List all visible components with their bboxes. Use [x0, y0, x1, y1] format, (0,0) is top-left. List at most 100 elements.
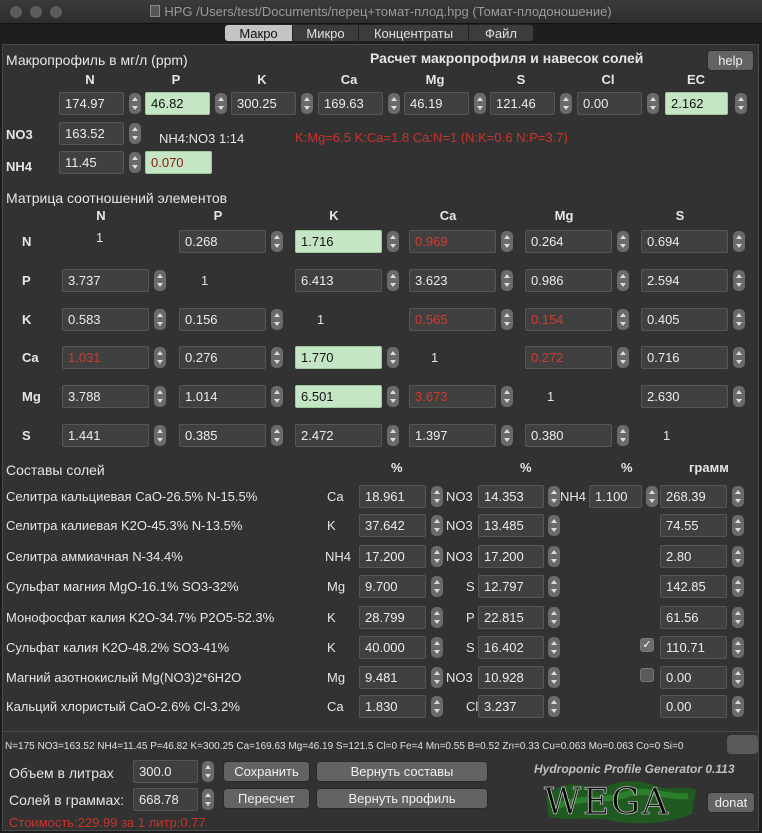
salt-grams-field[interactable]: 0.00	[660, 695, 727, 718]
matrix-cell-ca-p-stepper[interactable]	[271, 347, 283, 368]
matrix-cell-p-ca[interactable]: 3.623	[409, 269, 496, 292]
matrix-cell-k-n-stepper[interactable]	[154, 309, 166, 330]
salt-pct-2-stepper[interactable]	[548, 486, 560, 507]
salt-grams-stepper[interactable]	[732, 515, 744, 536]
matrix-cell-s-n[interactable]: 1.441	[62, 424, 149, 447]
salt-grams-stepper[interactable]	[732, 696, 744, 717]
restore-compositions-button[interactable]: Вернуть составы	[316, 761, 488, 782]
matrix-cell-ca-k-stepper[interactable]	[387, 347, 399, 368]
matrix-cell-k-mg[interactable]: 0.154	[525, 308, 612, 331]
matrix-cell-n-ca-stepper[interactable]	[501, 231, 513, 252]
salt-pct-3-field[interactable]: 1.100	[589, 485, 642, 508]
salt-grams-field[interactable]: 142.85	[660, 575, 727, 598]
matrix-cell-s-k[interactable]: 2.472	[295, 424, 382, 447]
ec-field[interactable]: 2.162	[665, 92, 728, 115]
salt-grams-stepper[interactable]	[732, 667, 744, 688]
no3-stepper[interactable]	[129, 123, 141, 144]
matrix-cell-mg-ca-stepper[interactable]	[501, 386, 513, 407]
matrix-cell-s-ca[interactable]: 1.397	[409, 424, 496, 447]
matrix-cell-k-mg-stepper[interactable]	[617, 309, 629, 330]
s-field[interactable]: 121.46	[490, 92, 555, 115]
salt-pct-1-field[interactable]: 9.481	[359, 666, 426, 689]
matrix-cell-s-k-stepper[interactable]	[387, 425, 399, 446]
salt-pct-2-stepper[interactable]	[548, 546, 560, 567]
salt-pct-1-field[interactable]: 28.799	[359, 606, 426, 629]
help-button[interactable]: help	[707, 50, 754, 71]
salt-pct-1-stepper[interactable]	[431, 576, 443, 597]
matrix-cell-s-ca-stepper[interactable]	[501, 425, 513, 446]
salt-pct-1-stepper[interactable]	[431, 546, 443, 567]
salt-pct-2-field[interactable]: 13.485	[478, 514, 544, 537]
k-field[interactable]: 300.25	[231, 92, 296, 115]
salt-grams-field[interactable]: 268.39	[660, 485, 727, 508]
matrix-cell-s-p[interactable]: 0.385	[179, 424, 266, 447]
salt-grams-stepper[interactable]	[732, 637, 744, 658]
salt-grams-stepper[interactable]	[732, 546, 744, 567]
matrix-cell-n-mg[interactable]: 0.264	[525, 230, 612, 253]
matrix-cell-p-k-stepper[interactable]	[387, 270, 399, 291]
matrix-cell-n-s-stepper[interactable]	[733, 231, 745, 252]
matrix-cell-p-mg[interactable]: 0.986	[525, 269, 612, 292]
matrix-cell-n-ca[interactable]: 0.969	[409, 230, 496, 253]
matrix-cell-k-s-stepper[interactable]	[733, 309, 745, 330]
salt-pct-1-stepper[interactable]	[431, 637, 443, 658]
volume-stepper[interactable]	[202, 761, 214, 782]
matrix-cell-ca-s[interactable]: 0.716	[641, 346, 728, 369]
recalc-button[interactable]: Пересчет	[223, 788, 310, 809]
matrix-cell-k-p[interactable]: 0.156	[179, 308, 266, 331]
matrix-cell-k-s[interactable]: 0.405	[641, 308, 728, 331]
salt-pct-2-stepper[interactable]	[548, 667, 560, 688]
tab-file[interactable]: Файл	[469, 25, 533, 41]
salt-pct-2-stepper[interactable]	[548, 637, 560, 658]
salt-pct-3-stepper[interactable]	[646, 486, 658, 507]
tab-concentrates[interactable]: Концентраты	[359, 25, 469, 41]
ca-field[interactable]: 169.63	[318, 92, 383, 115]
matrix-cell-s-p-stepper[interactable]	[271, 425, 283, 446]
ca-stepper[interactable]	[388, 93, 400, 114]
matrix-cell-p-ca-stepper[interactable]	[501, 270, 513, 291]
salts-grams-stepper[interactable]	[202, 789, 214, 810]
tab-micro[interactable]: Микро	[293, 25, 359, 41]
matrix-cell-mg-n-stepper[interactable]	[154, 386, 166, 407]
salt-enable-checkbox[interactable]: ✓	[640, 638, 654, 652]
matrix-cell-ca-n-stepper[interactable]	[154, 347, 166, 368]
matrix-cell-k-p-stepper[interactable]	[271, 309, 283, 330]
volume-field[interactable]: 300.0	[133, 760, 198, 783]
salt-pct-2-stepper[interactable]	[548, 515, 560, 536]
mg-stepper[interactable]	[474, 93, 486, 114]
matrix-cell-mg-ca[interactable]: 3.673	[409, 385, 496, 408]
matrix-cell-ca-mg-stepper[interactable]	[617, 347, 629, 368]
nh4-stepper[interactable]	[129, 152, 141, 173]
tab-macro[interactable]: Макро	[225, 25, 293, 41]
salt-grams-stepper[interactable]	[732, 576, 744, 597]
matrix-cell-k-ca[interactable]: 0.565	[409, 308, 496, 331]
matrix-cell-s-mg-stepper[interactable]	[617, 425, 629, 446]
p-field[interactable]: 46.82	[145, 92, 210, 115]
salt-grams-field[interactable]: 110.71	[660, 636, 727, 659]
matrix-cell-p-mg-stepper[interactable]	[617, 270, 629, 291]
ec-stepper[interactable]	[735, 93, 747, 114]
no3-field[interactable]: 163.52	[59, 122, 124, 145]
salt-pct-1-field[interactable]: 1.830	[359, 695, 426, 718]
nh4-ratio-field[interactable]: 0.070	[145, 151, 212, 174]
salt-pct-2-field[interactable]: 12.797	[478, 575, 544, 598]
donate-button[interactable]: donat	[707, 792, 755, 813]
salt-pct-2-stepper[interactable]	[548, 576, 560, 597]
matrix-cell-p-k[interactable]: 6.413	[295, 269, 382, 292]
save-button[interactable]: Сохранить	[223, 761, 310, 782]
salt-grams-stepper[interactable]	[732, 486, 744, 507]
matrix-cell-mg-p[interactable]: 1.014	[179, 385, 266, 408]
salt-pct-2-field[interactable]: 22.815	[478, 606, 544, 629]
nh4-field[interactable]: 11.45	[59, 151, 124, 174]
matrix-cell-s-mg[interactable]: 0.380	[525, 424, 612, 447]
cl-field[interactable]: 0.00	[577, 92, 642, 115]
matrix-cell-mg-s-stepper[interactable]	[733, 386, 745, 407]
salt-pct-1-stepper[interactable]	[431, 667, 443, 688]
matrix-cell-n-mg-stepper[interactable]	[617, 231, 629, 252]
matrix-cell-mg-k[interactable]: 6.501	[295, 385, 382, 408]
matrix-cell-s-n-stepper[interactable]	[154, 425, 166, 446]
matrix-cell-ca-n[interactable]: 1.031	[62, 346, 149, 369]
salt-pct-2-stepper[interactable]	[548, 696, 560, 717]
salt-grams-field[interactable]: 2.80	[660, 545, 727, 568]
salt-pct-1-field[interactable]: 9.700	[359, 575, 426, 598]
